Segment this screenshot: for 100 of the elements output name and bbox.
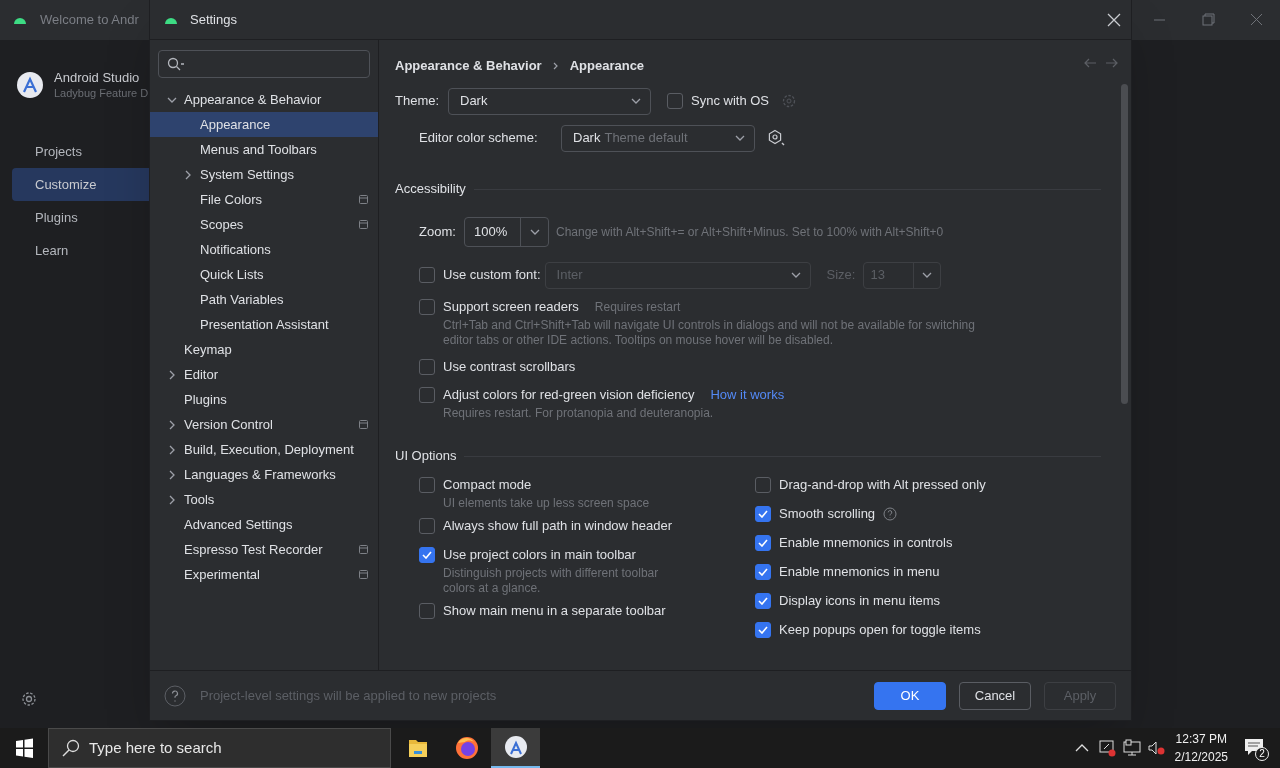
dialog-title: Settings — [190, 10, 237, 29]
checkbox[interactable] — [419, 299, 435, 315]
check-icon — [422, 551, 432, 559]
monitor-icon[interactable] — [1122, 739, 1143, 757]
nav-item[interactable]: Projects — [12, 135, 149, 168]
breadcrumb-item[interactable]: Appearance — [569, 55, 645, 76]
tree-item[interactable]: Tools — [150, 487, 378, 512]
checkbox-label[interactable]: Always show full path in window header — [443, 516, 673, 536]
clock-date[interactable]: 2/12/2025 — [1174, 748, 1228, 766]
checkbox[interactable] — [755, 593, 771, 609]
hint-text: Change with Alt+Shift+= or Alt+Shift+Minus. Set to 100% with Alt+Shift+0 — [556, 224, 944, 241]
checkbox[interactable] — [755, 564, 771, 580]
tree-item[interactable]: Scopes — [150, 212, 378, 237]
tree-item[interactable]: Advanced Settings — [150, 512, 378, 537]
field-label: Editor color scheme: — [419, 129, 539, 148]
taskbar-search[interactable]: Type here to search — [48, 728, 391, 768]
window-title: Welcome to Andr — [40, 11, 139, 30]
help-icon[interactable] — [883, 507, 898, 521]
chevron-up-icon[interactable] — [1074, 743, 1089, 753]
checkbox-label[interactable]: Support screen readers — [443, 297, 579, 317]
checkbox-label[interactable]: Use custom font: — [443, 265, 541, 285]
search-icon — [167, 57, 185, 71]
checkbox[interactable] — [667, 93, 683, 109]
check-icon — [758, 510, 768, 518]
checkbox-label[interactable]: Smooth scrolling — [779, 504, 876, 524]
tree-item[interactable]: File Colors — [150, 187, 378, 212]
app-logo-icon — [504, 736, 527, 758]
field-label: Zoom: — [419, 223, 457, 242]
tree-item[interactable]: Editor — [150, 362, 378, 387]
tree-item[interactable]: Keymap — [150, 337, 378, 362]
checkbox-label[interactable]: Show main menu in a separate toolbar — [443, 601, 666, 621]
browser-icon — [455, 737, 478, 759]
tree-item[interactable]: Path Variables — [150, 287, 378, 312]
tree-item[interactable]: Presentation Assistant — [150, 312, 378, 337]
note-text: Requires restart — [594, 299, 681, 316]
checkbox[interactable] — [419, 603, 435, 619]
clock-time[interactable]: 12:37 PM — [1175, 730, 1227, 748]
section-title: Accessibility — [395, 180, 466, 199]
checkbox-label[interactable]: Use project colors in main toolbar — [443, 545, 636, 565]
checkbox-label[interactable]: Display icons in menu items — [779, 591, 941, 611]
checkbox[interactable] — [419, 267, 435, 283]
dialog-button[interactable]: Cancel — [959, 681, 1031, 710]
app-name: Android Studio — [54, 70, 141, 86]
checkbox[interactable] — [419, 477, 435, 493]
taskbar-app[interactable] — [491, 728, 540, 768]
check-icon — [758, 597, 768, 605]
tree-item[interactable]: Notifications — [150, 237, 378, 262]
checkbox[interactable] — [419, 547, 435, 563]
tree-item[interactable]: Espresso Test Recorder — [150, 537, 378, 562]
chevron-right-icon — [551, 60, 560, 71]
checkbox[interactable] — [755, 477, 771, 493]
checkbox-label[interactable]: Enable mnemonics in menu — [779, 562, 940, 582]
app-version: Ladybug Feature D — [54, 86, 149, 100]
description-text: UI elements take up less screen space — [442, 496, 651, 511]
search-field[interactable] — [158, 50, 370, 78]
tree-item[interactable]: Plugins — [150, 387, 378, 412]
checkbox[interactable] — [755, 506, 771, 522]
checkbox-label[interactable]: Drag-and-drop with Alt pressed only — [779, 475, 986, 495]
checkbox[interactable] — [419, 518, 435, 534]
breadcrumb-item[interactable]: Appearance & Behavior — [395, 55, 542, 76]
nav-item[interactable]: Learn — [12, 234, 149, 267]
close-icon[interactable] — [1107, 13, 1121, 27]
checkbox-label[interactable]: Adjust colors for red-green vision deficiency — [443, 385, 695, 405]
tree-item[interactable]: Languages & Frameworks — [150, 462, 378, 487]
checkbox[interactable] — [755, 622, 771, 638]
check-icon — [758, 539, 768, 547]
tree-item[interactable]: Quick Lists — [150, 262, 378, 287]
section-title: UI Options — [395, 447, 457, 466]
check-icon — [758, 626, 768, 634]
zoom-combo[interactable]: 100% — [464, 217, 549, 247]
checkbox[interactable] — [755, 535, 771, 551]
tree-item[interactable]: Build, Execution, Deployment — [150, 437, 378, 462]
tree-item[interactable]: Appearance & Behavior — [150, 87, 378, 112]
checkbox-label[interactable]: Sync with OS — [691, 91, 770, 111]
tree-item[interactable]: Experimental — [150, 562, 378, 587]
checkbox[interactable] — [419, 359, 435, 375]
checkbox-label[interactable]: Use contrast scrollbars — [443, 357, 576, 377]
checkbox-label[interactable]: Enable mnemonics in controls — [779, 533, 953, 553]
tree-item[interactable]: Appearance — [150, 112, 378, 137]
speaker-muted-icon[interactable] — [1146, 739, 1167, 757]
settings-icon[interactable] — [21, 691, 37, 707]
help-link[interactable]: How it works — [710, 385, 785, 405]
network-status-icon[interactable] — [1098, 739, 1117, 757]
settings-icon[interactable] — [767, 129, 785, 147]
theme-dropdown[interactable]: Dark — [448, 87, 651, 115]
tree-item[interactable]: Version Control — [150, 412, 378, 437]
notification-count: 2 — [1255, 747, 1269, 761]
scheme-dropdown[interactable]: Dark Theme default — [561, 124, 755, 152]
checkbox-label[interactable]: Compact mode — [443, 475, 532, 495]
dialog-button[interactable]: OK — [874, 681, 946, 710]
search-icon — [61, 738, 81, 758]
description-text: Distinguish projects with different toolbar colors at a glance. — [442, 566, 660, 596]
nav-item[interactable]: Plugins — [12, 201, 149, 234]
checkbox-label[interactable]: Keep popups open for toggle items — [779, 620, 981, 640]
tree-item[interactable]: System Settings — [150, 162, 378, 187]
nav-item[interactable]: Customize — [12, 168, 149, 201]
tree-item[interactable]: Menus and Toolbars — [150, 137, 378, 162]
scrollbar[interactable] — [1121, 84, 1128, 404]
checkbox[interactable] — [419, 387, 435, 403]
notification-center[interactable]: 2 — [1240, 733, 1270, 763]
